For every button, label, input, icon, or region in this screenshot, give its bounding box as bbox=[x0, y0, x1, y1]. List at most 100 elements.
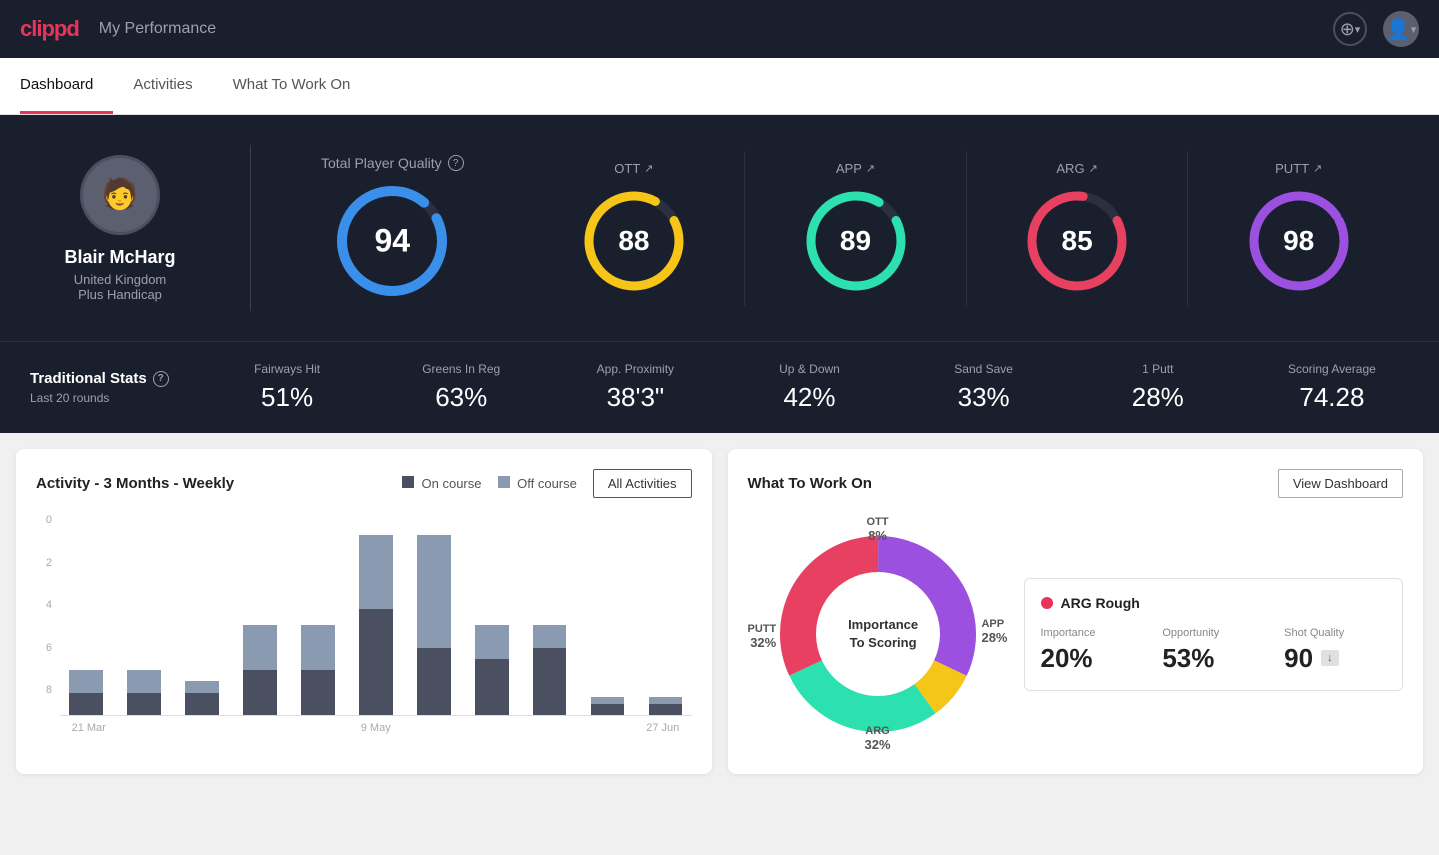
bar-off-7 bbox=[475, 625, 509, 659]
stat-greens-in-reg: Greens In Reg 63% bbox=[384, 362, 538, 413]
player-handicap: Plus Handicap bbox=[30, 287, 210, 302]
player-banner: 🧑 Blair McHarg United Kingdom Plus Handi… bbox=[0, 115, 1439, 341]
avatar-placeholder: 🧑 bbox=[101, 177, 138, 212]
plus-icon: ⊕ bbox=[1340, 19, 1355, 40]
chart-header: Activity - 3 Months - Weekly On course O… bbox=[36, 469, 692, 498]
bars-container bbox=[60, 535, 692, 716]
tab-dashboard[interactable]: Dashboard bbox=[20, 58, 113, 114]
bar-group-9 bbox=[582, 535, 634, 715]
stat-sand-save: Sand Save 33% bbox=[907, 362, 1061, 413]
bar-off-9 bbox=[591, 697, 625, 704]
view-dashboard-button[interactable]: View Dashboard bbox=[1278, 469, 1403, 498]
wtwon-header: What To Work On View Dashboard bbox=[748, 469, 1404, 498]
arg-card-title: ARG Rough bbox=[1041, 595, 1387, 611]
tab-bar: Dashboard Activities What To Work On bbox=[0, 58, 1439, 115]
ott-label: OTT ↗ bbox=[614, 161, 653, 176]
bottom-panels: Activity - 3 Months - Weekly On course O… bbox=[0, 433, 1439, 790]
donut-center-text: ImportanceTo Scoring bbox=[848, 616, 918, 652]
bar-group-6 bbox=[408, 535, 460, 715]
y-axis: 8 6 4 2 0 bbox=[36, 514, 52, 696]
bar-group-8 bbox=[524, 535, 576, 715]
bar-on-1 bbox=[127, 693, 161, 716]
total-player-quality: Total Player Quality ? 94 bbox=[291, 145, 494, 311]
putt-label: PUTT ↗ bbox=[1275, 161, 1322, 176]
bar-chart: 8 6 4 2 0 21 Mar 9 May bbox=[36, 514, 692, 734]
putt-value: 98 bbox=[1283, 225, 1314, 257]
putt-segment-label: PUTT32% bbox=[748, 623, 777, 650]
tpq-info-icon[interactable]: ? bbox=[448, 155, 464, 171]
bar-on-8 bbox=[533, 648, 567, 716]
player-name: Blair McHarg bbox=[30, 247, 210, 268]
logo: clippd bbox=[20, 16, 79, 42]
player-info: 🧑 Blair McHarg United Kingdom Plus Handi… bbox=[30, 155, 210, 302]
trad-stats-title: Traditional Stats ? bbox=[30, 370, 190, 387]
bar-group-5 bbox=[350, 535, 402, 715]
score-card-putt: PUTT ↗ 98 bbox=[1188, 151, 1409, 306]
header-right: ⊕ ▾ 👤 ▾ bbox=[1333, 11, 1419, 47]
bar-on-5 bbox=[359, 609, 393, 715]
trad-stats-label: Traditional Stats ? Last 20 rounds bbox=[30, 370, 190, 405]
player-country: United Kingdom bbox=[30, 272, 210, 287]
off-course-dot bbox=[498, 476, 510, 488]
x-labels: 21 Mar 9 May 27 Jun bbox=[60, 722, 692, 734]
app-arrow: ↗ bbox=[866, 162, 875, 175]
ott-gauge: 88 bbox=[579, 186, 689, 296]
bar-off-4 bbox=[301, 625, 335, 670]
bar-on-3 bbox=[243, 670, 277, 715]
bar-off-3 bbox=[243, 625, 277, 670]
arg-value: 85 bbox=[1062, 225, 1093, 257]
stat-fairways-hit: Fairways Hit 51% bbox=[210, 362, 364, 413]
bar-group-0 bbox=[60, 535, 112, 715]
stat-1-putt: 1 Putt 28% bbox=[1081, 362, 1235, 413]
arg-importance: Importance 20% bbox=[1041, 627, 1143, 674]
bar-group-7 bbox=[466, 535, 518, 715]
stat-up-down: Up & Down 42% bbox=[732, 362, 886, 413]
score-card-ott: OTT ↗ 88 bbox=[524, 151, 746, 306]
bar-on-2 bbox=[185, 693, 219, 716]
activity-panel: Activity - 3 Months - Weekly On course O… bbox=[16, 449, 712, 774]
header-title: My Performance bbox=[99, 20, 216, 38]
ott-value: 88 bbox=[618, 225, 649, 257]
app-segment-label: APP28% bbox=[981, 618, 1007, 645]
arg-label: ARG ↗ bbox=[1056, 161, 1097, 176]
bar-on-0 bbox=[69, 693, 103, 716]
arg-gauge: 85 bbox=[1022, 186, 1132, 296]
stat-app-proximity: App. Proximity 38'3" bbox=[558, 362, 712, 413]
tab-activities[interactable]: Activities bbox=[113, 58, 212, 114]
bar-off-8 bbox=[533, 625, 567, 648]
tab-what-to-work-on[interactable]: What To Work On bbox=[213, 58, 371, 114]
all-activities-button[interactable]: All Activities bbox=[593, 469, 692, 498]
bar-on-10 bbox=[649, 704, 683, 715]
on-course-dot bbox=[402, 476, 414, 488]
bar-chart-area: 8 6 4 2 0 bbox=[36, 514, 692, 716]
avatar[interactable]: 👤 ▾ bbox=[1383, 11, 1419, 47]
bar-off-0 bbox=[69, 670, 103, 693]
putt-arrow: ↗ bbox=[1313, 162, 1322, 175]
arg-card-dot bbox=[1041, 597, 1053, 609]
putt-gauge: 98 bbox=[1244, 186, 1354, 296]
avatar-icon: 👤 bbox=[1386, 17, 1411, 42]
arg-arrow: ↗ bbox=[1089, 162, 1098, 175]
app-label: APP ↗ bbox=[836, 161, 875, 176]
arg-segment-label: ARG32% bbox=[864, 725, 890, 752]
header: clippd My Performance ⊕ ▾ 👤 ▾ bbox=[0, 0, 1439, 58]
add-button[interactable]: ⊕ ▾ bbox=[1333, 12, 1367, 46]
app-value: 89 bbox=[840, 225, 871, 257]
bar-group-2 bbox=[176, 535, 228, 715]
bar-off-2 bbox=[185, 681, 219, 692]
ott-segment-label: OTT8% bbox=[867, 516, 889, 543]
bar-off-10 bbox=[649, 697, 683, 704]
trad-info-icon[interactable]: ? bbox=[153, 371, 169, 387]
wtwon-title: What To Work On bbox=[748, 475, 872, 492]
arg-opportunity: Opportunity 53% bbox=[1162, 627, 1264, 674]
ott-arrow: ↗ bbox=[644, 162, 653, 175]
arg-rough-card: ARG Rough Importance 20% Opportunity 53%… bbox=[1024, 578, 1404, 691]
bar-on-9 bbox=[591, 704, 625, 715]
traditional-stats: Traditional Stats ? Last 20 rounds Fairw… bbox=[0, 341, 1439, 433]
bar-group-4 bbox=[292, 535, 344, 715]
bar-on-4 bbox=[301, 670, 335, 715]
score-cards: OTT ↗ 88 APP ↗ 89 bbox=[524, 151, 1409, 306]
app-gauge: 89 bbox=[801, 186, 911, 296]
arg-metrics: Importance 20% Opportunity 53% Shot Qual… bbox=[1041, 627, 1387, 674]
bar-group-3 bbox=[234, 535, 286, 715]
